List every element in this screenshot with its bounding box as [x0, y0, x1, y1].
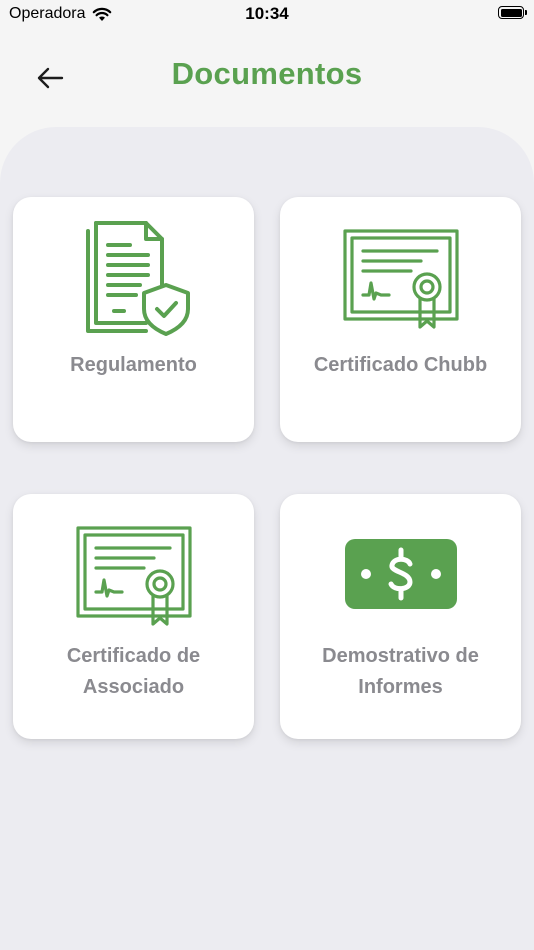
battery-icon [498, 6, 527, 19]
money-icon [344, 539, 457, 609]
header: Documentos [0, 30, 534, 126]
certificate-icon [75, 526, 192, 626]
card-label-line: Certificado de [66, 645, 201, 667]
card-label: Certificado Chubb [313, 354, 488, 376]
certificate-icon [342, 229, 459, 329]
card-label-line: Informes [358, 676, 443, 698]
card-regulamento[interactable]: Regulamento [13, 197, 254, 442]
card-certificado-chubb[interactable]: Certificado Chubb [280, 197, 521, 442]
card-label-line: Demostrativo de [322, 645, 479, 667]
card-label: Demostrativo de Informes [290, 641, 511, 703]
card-label: Regulamento [70, 354, 197, 376]
card-label: Certificado de Associado [23, 641, 244, 703]
page-title: Documentos [171, 56, 363, 91]
status-bar: Operadora 10:34 [0, 0, 534, 30]
card-certificado-associado[interactable]: Certificado de Associado [13, 494, 254, 739]
status-time: 10:34 [245, 4, 289, 23]
card-label-line: Associado [82, 676, 185, 698]
card-demostrativo-informes[interactable]: Demostrativo de Informes [280, 494, 521, 739]
document-shield-icon [85, 221, 190, 336]
documents-grid: Regulamento Certificado Chubb Certificad… [0, 127, 534, 950]
